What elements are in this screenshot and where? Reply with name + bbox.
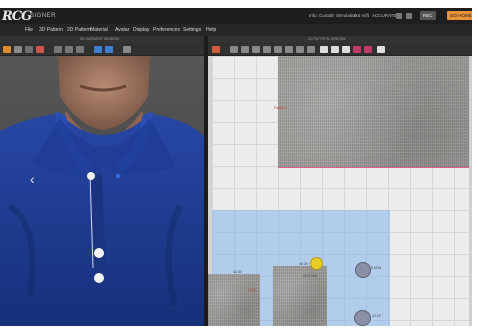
dart-icon[interactable] (296, 46, 304, 53)
menu-help[interactable]: Help (206, 27, 216, 33)
panel-title-3d: 3D GARMENT WINDOW (80, 37, 120, 41)
app-window: RCG SIGNER Info: Cura08 Simulation 0.5 m… (0, 8, 472, 326)
free-sewing-icon[interactable] (331, 46, 339, 53)
circle-label-1: 9.0CM (371, 266, 382, 270)
menu-display[interactable]: Display (133, 27, 149, 33)
pattern-piece-sleeve-right[interactable] (273, 266, 327, 326)
button-tool-icon[interactable] (377, 46, 385, 53)
simulate-icon[interactable] (3, 46, 11, 53)
rectangle-icon[interactable] (274, 46, 282, 53)
top-piece-label: Fabric A (274, 106, 287, 110)
app-logo: RCG (2, 9, 32, 24)
transform-icon[interactable] (212, 46, 220, 53)
seam-line (278, 167, 472, 168)
panel-header-3d: 3D GARMENT WINDOW (0, 36, 204, 43)
zoom-text: 0.5 m/ft (354, 13, 370, 18)
avatar-render (0, 56, 204, 326)
panel-header-2d: 2D PATTERN WINDOW (208, 36, 472, 43)
2d-pattern-viewport[interactable]: Fabric A 42.34 46.34 22.27CM 12.67 9.0CM… (208, 56, 472, 326)
menu-material[interactable]: Material (90, 27, 108, 33)
menu-file[interactable]: File (25, 27, 33, 33)
menu-3d-pattern[interactable]: 3D Pattern (39, 27, 63, 33)
panel-title-2d: 2D PATTERN WINDOW (308, 37, 346, 41)
mid-size-label: 22.27CM (303, 274, 318, 278)
bottom-mid-label: 46.34 (299, 262, 308, 266)
vertical-scrollbar[interactable] (469, 56, 472, 326)
check-sewing-icon[interactable] (342, 46, 350, 53)
pin-icon[interactable] (54, 46, 62, 53)
home-button[interactable]: GO HOME (447, 11, 472, 20)
graphic-icon[interactable] (364, 46, 372, 53)
monitor-icon[interactable] (396, 13, 402, 19)
fold-icon[interactable] (36, 46, 44, 53)
garment-display-icon[interactable] (105, 46, 113, 53)
button-piece-bottom[interactable] (354, 310, 371, 326)
pattern-piece-sleeve-left[interactable] (208, 274, 260, 326)
toolbar-2d (208, 43, 472, 56)
measure-icon[interactable] (76, 46, 84, 53)
record-button[interactable]: REC (420, 11, 436, 20)
small-num-label: 12.67 (248, 288, 257, 292)
user-label: Info: Cura08 (309, 13, 334, 18)
segment-sewing-icon[interactable] (320, 46, 328, 53)
app-logo-subtitle: SIGNER (30, 13, 57, 19)
mouse-cursor (310, 257, 323, 270)
trace-icon[interactable] (307, 46, 315, 53)
edit-pattern-icon[interactable] (230, 46, 238, 53)
3d-viewport[interactable]: ‹ (0, 56, 204, 326)
menu-avatar[interactable]: Avatar (115, 27, 129, 33)
polygon-icon[interactable] (263, 46, 271, 53)
edit-curve-icon[interactable] (252, 46, 260, 53)
menu-2d-pattern[interactable]: 2D Pattern (67, 27, 91, 33)
title-bar: RCG SIGNER Info: Cura08 Simulation 0.5 m… (0, 8, 472, 24)
camera-icon[interactable] (123, 46, 131, 53)
tack-icon[interactable] (65, 46, 73, 53)
circle-label-2: 12.19 (372, 314, 381, 318)
pattern-piece-back[interactable] (278, 56, 472, 168)
select-icon[interactable] (14, 46, 22, 53)
texture-icon[interactable] (353, 46, 361, 53)
bottom-left-label: 42.34 (233, 270, 242, 274)
move-icon[interactable] (25, 46, 33, 53)
menu-preferences[interactable]: Preferences (153, 27, 180, 33)
edit-point-icon[interactable] (241, 46, 249, 53)
menu-settings[interactable]: Settings (183, 27, 201, 33)
menu-bar: File 3D Pattern 2D Pattern Material Avat… (0, 24, 472, 36)
layout-icon[interactable] (406, 13, 412, 19)
prev-arrow-icon[interactable]: ‹ (30, 172, 44, 186)
circle-icon[interactable] (285, 46, 293, 53)
button-piece-top[interactable] (355, 262, 371, 278)
mode-text: ACCURATE (372, 13, 397, 18)
toolbar-3d (0, 43, 204, 56)
avatar-display-icon[interactable] (94, 46, 102, 53)
